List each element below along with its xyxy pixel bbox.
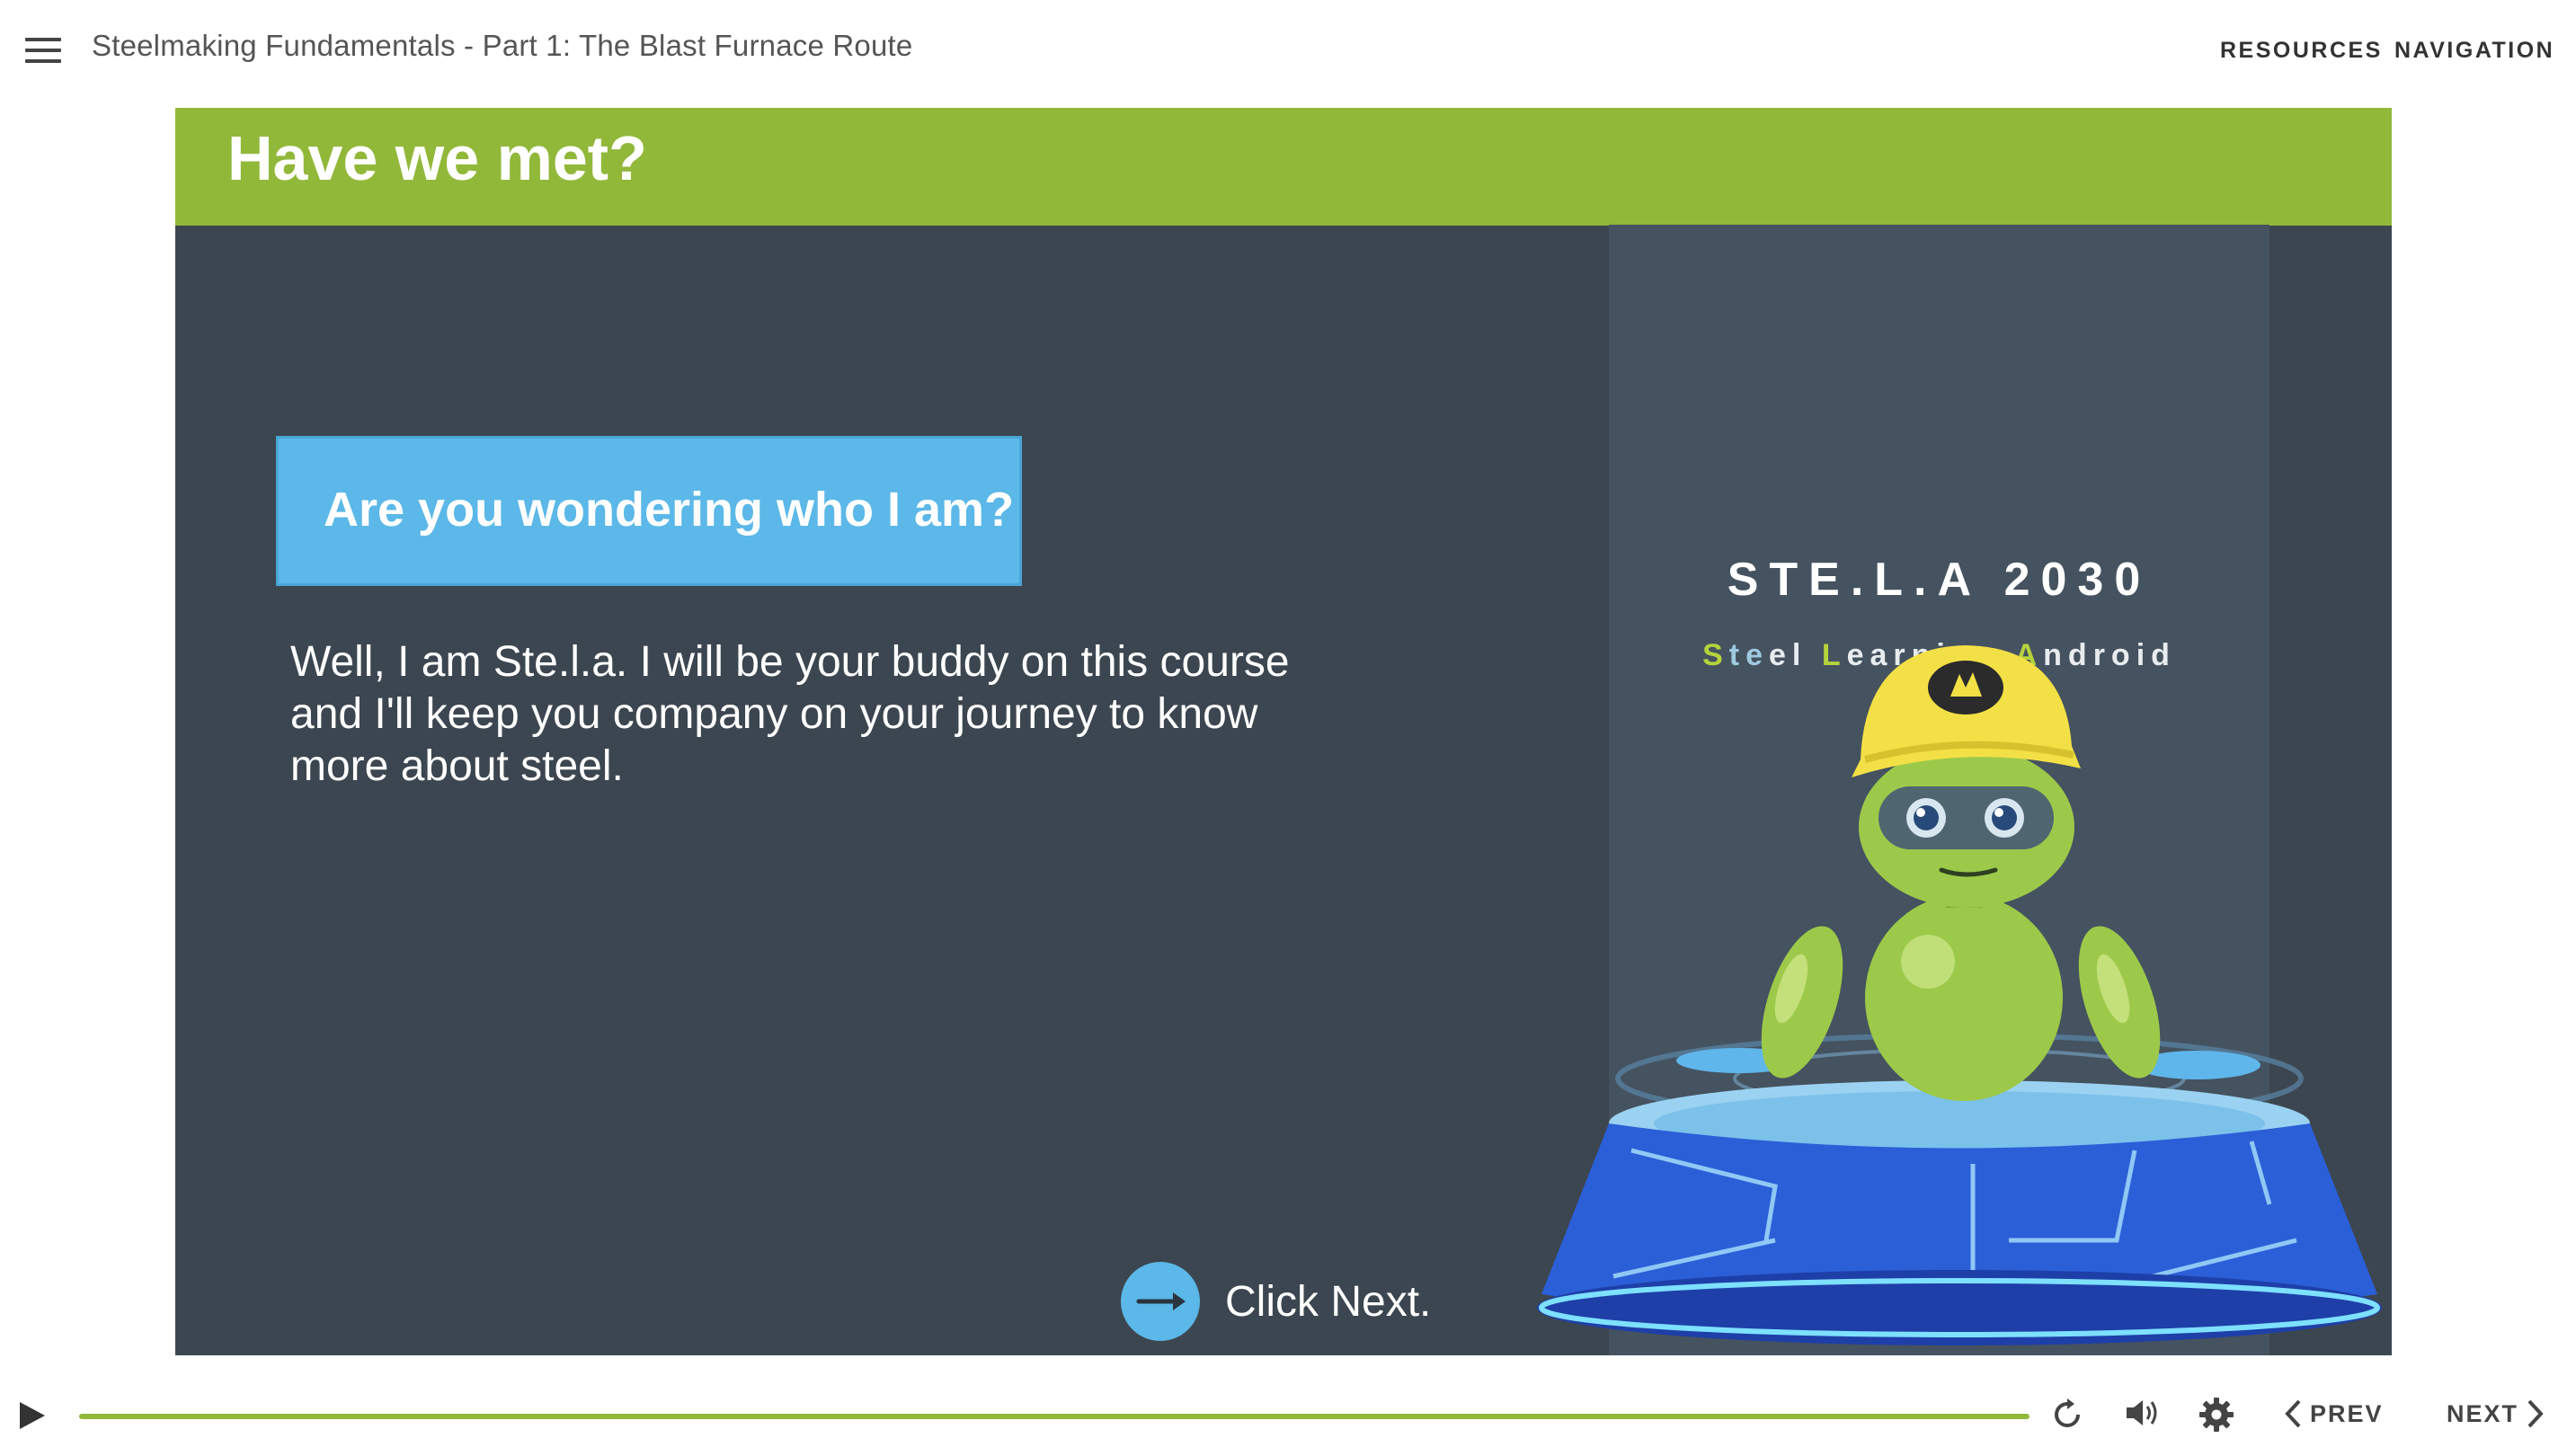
click-next-label: Click Next. [1225, 1277, 1432, 1326]
robot-mascot-illustration [1537, 645, 2382, 1345]
arrow-right-icon[interactable] [1121, 1262, 1200, 1341]
replay-icon[interactable] [2051, 1398, 2083, 1431]
player-controls: PREV NEXT [0, 1375, 2558, 1456]
brand-title: STE.L.A 2030 [1727, 554, 2152, 606]
play-icon[interactable] [16, 1400, 47, 1431]
intro-paragraph: Well, I am Ste.l.a. I will be your buddy… [290, 638, 1290, 790]
progress-bar[interactable] [79, 1414, 2030, 1419]
next-label: NEXT [2447, 1399, 2519, 1427]
top-bar: Steelmaking Fundamentals - Part 1: The B… [0, 0, 2558, 99]
next-button[interactable]: NEXT [2447, 1398, 2545, 1429]
question-callout: Are you wondering who I am? [276, 436, 1022, 586]
navigation-link[interactable]: NAVIGATION [2394, 38, 2554, 64]
question-text: Are you wondering who I am? [324, 483, 1015, 537]
chevron-right-icon [2527, 1399, 2544, 1428]
settings-icon[interactable] [2198, 1397, 2234, 1433]
slide-title: Have we met? [227, 123, 647, 193]
prev-label: PREV [2310, 1399, 2384, 1427]
slide-stage: Have we met? Are you wondering who I am?… [175, 108, 2392, 1355]
slide-header-bar: Have we met? [175, 108, 2392, 226]
click-next-prompt[interactable]: Click Next. [1121, 1261, 1431, 1342]
hamburger-menu-icon[interactable] [25, 38, 61, 63]
resources-link[interactable]: RESOURCES [2220, 38, 2383, 64]
chevron-left-icon [2285, 1399, 2301, 1428]
prev-button[interactable]: PREV [2283, 1398, 2384, 1429]
course-title: Steelmaking Fundamentals - Part 1: The B… [92, 29, 913, 62]
volume-icon[interactable] [2125, 1397, 2161, 1429]
